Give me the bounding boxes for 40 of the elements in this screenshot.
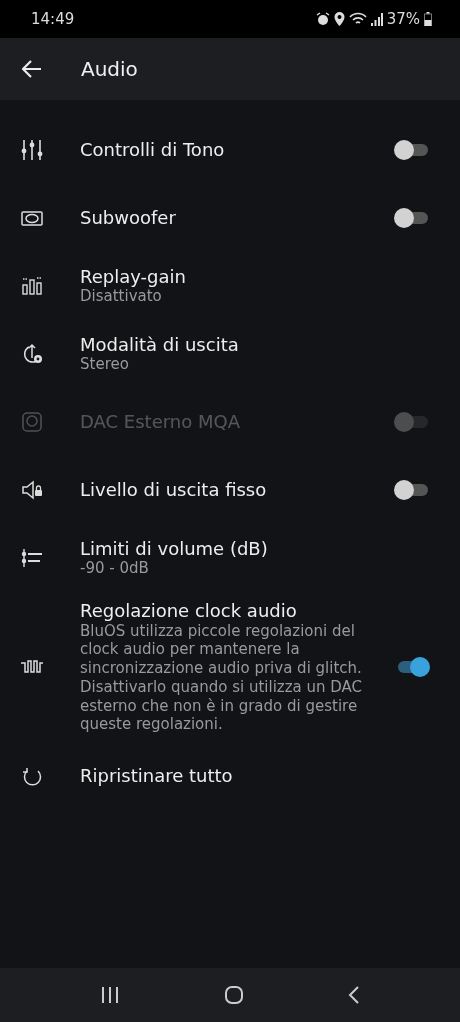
toggle-switch[interactable]	[392, 207, 430, 229]
device-icon	[20, 410, 44, 434]
settings-row[interactable]: Modalità di uscita Stereo	[0, 320, 460, 388]
setting-title: Livello di uscita fisso	[80, 479, 268, 501]
toggle-switch[interactable]	[392, 479, 430, 501]
toggle-switch[interactable]	[392, 139, 430, 161]
recent-apps-icon[interactable]	[100, 986, 120, 1004]
settings-row[interactable]: Subwoofer	[0, 184, 460, 252]
setting-title: Controlli di Tono	[80, 139, 226, 161]
setting-value: Stereo	[80, 355, 130, 375]
location-icon	[333, 12, 345, 26]
settings-row[interactable]: Limiti di volume (dB) -90 - 0dB	[0, 524, 460, 592]
setting-value: Disattivato	[80, 287, 163, 307]
setting-title: DAC Esterno MQA	[80, 411, 241, 433]
speaker-lock-icon	[20, 478, 44, 502]
settings-row[interactable]: Replay-gain Disattivato	[0, 252, 460, 320]
setting-value: -90 - 0dB	[80, 559, 150, 579]
setting-description: BluOS utilizza piccole regolazioni del clock audio per mantenere la sincronizzazione audio priva di glitch. Disattivarlo quando si utilizza un DAC esterno che non è in grado di gestire queste regolazioni.	[80, 621, 364, 735]
sliders-icon	[20, 138, 44, 162]
clock-time: 14:49	[31, 8, 75, 30]
settings-row[interactable]: Ripristinare tutto	[0, 742, 460, 811]
signal-icon	[370, 12, 383, 26]
setting-title: Limiti di volume (dB)	[80, 537, 269, 560]
wifi-icon	[348, 12, 367, 26]
alarm-icon	[315, 12, 330, 26]
screen-title: Audio	[81, 56, 138, 83]
setting-title: Ripristinare tutto	[80, 765, 234, 787]
back-icon[interactable]	[348, 986, 360, 1004]
setting-title: Subwoofer	[80, 207, 177, 229]
volume-limits-icon	[20, 546, 44, 570]
setting-title: Regolazione clock audio	[80, 600, 298, 622]
setting-title: Replay-gain	[80, 265, 187, 288]
settings-row[interactable]: Controlli di Tono	[0, 116, 460, 184]
home-icon[interactable]	[224, 985, 244, 1005]
settings-row[interactable]: Livello di uscita fisso	[0, 456, 460, 524]
level-meters-icon	[20, 274, 44, 298]
battery-icon	[424, 12, 432, 26]
back-arrow-icon[interactable]	[22, 60, 42, 78]
battery-percentage: 37%	[386, 8, 420, 30]
setting-title: Modalità di uscita	[80, 333, 240, 356]
